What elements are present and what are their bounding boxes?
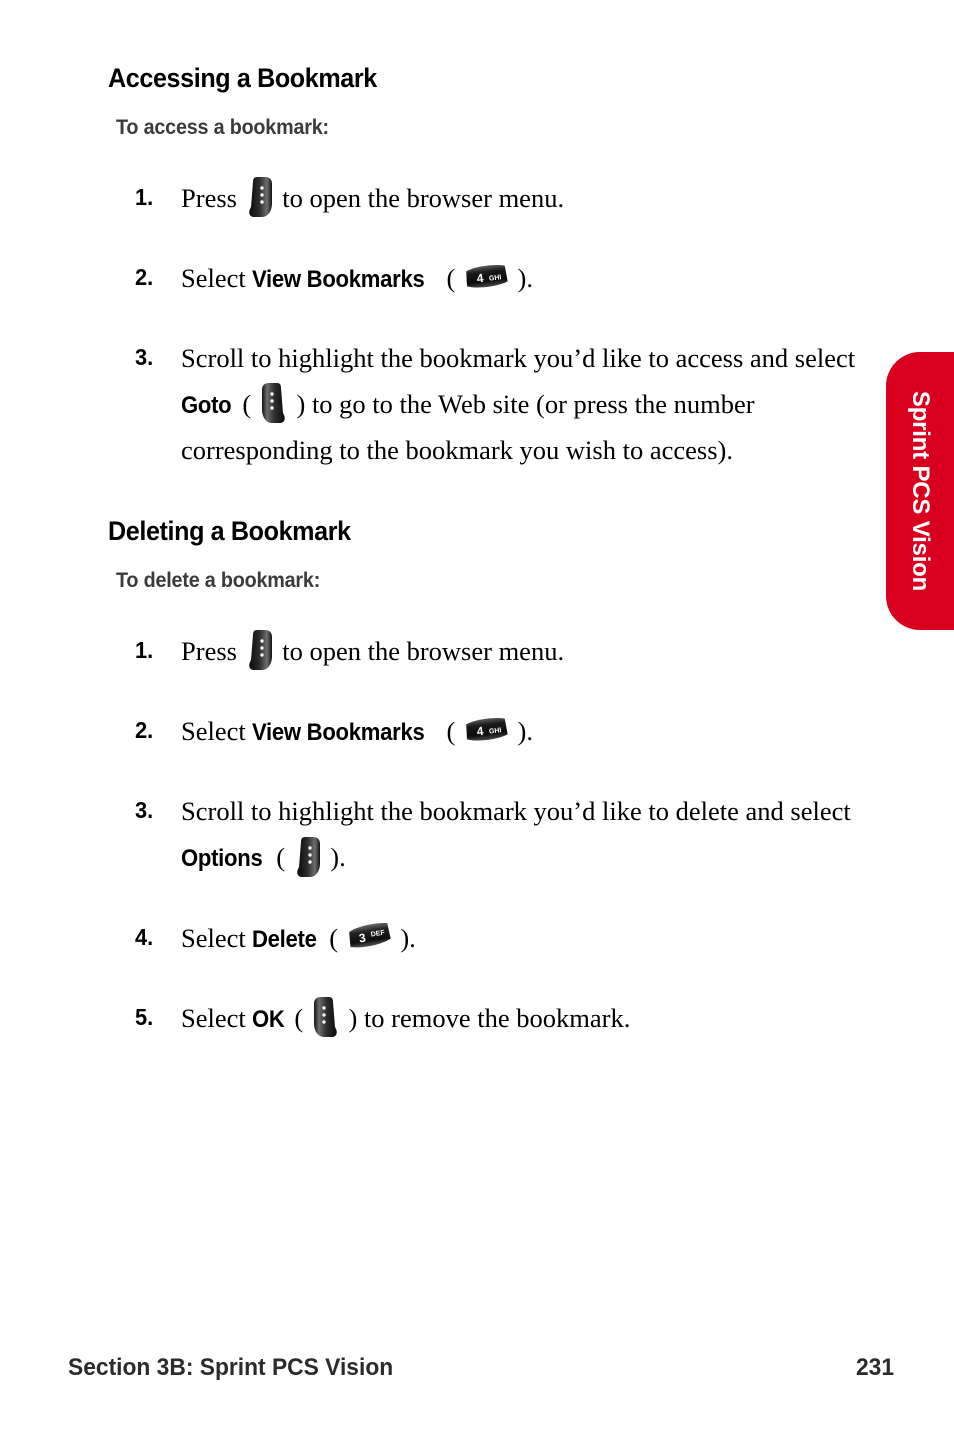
section-thumb-tab: Sprint PCS Vision — [886, 352, 954, 630]
step-text-after: to open the browser menu. — [282, 182, 565, 213]
ui-term-delete: Delete — [252, 925, 318, 953]
step-number: 5. — [135, 1003, 154, 1030]
key-4-ghi-icon: 4 GHI — [463, 716, 510, 745]
footer-section-label: Section 3B: Sprint PCS Vision — [68, 1354, 394, 1381]
key-3-def-icon: 3 DEF — [346, 922, 393, 951]
step-number: 1. — [135, 637, 154, 664]
step-number: 1. — [135, 183, 154, 210]
step-text: Press — [181, 182, 237, 213]
step-text: Select — [181, 1002, 246, 1033]
section-subheading-to-access-a-bookmark: To access a bookmark: — [116, 115, 329, 139]
paren-open: ( — [294, 1002, 304, 1033]
step-text: Scroll to highlight the bookmark you’d l… — [181, 796, 851, 827]
right-softkey-icon — [312, 996, 340, 1038]
list-item: 3. Scroll to highlight the bookmark you’… — [108, 788, 868, 880]
steps-list-deleting: 1. Press to open the browser menu. 2. Se… — [108, 628, 868, 1041]
key-4-ghi-icon: 4 GHI — [463, 263, 510, 292]
ui-term-ok: OK — [252, 1005, 285, 1033]
section-heading-deleting-a-bookmark: Deleting a Bookmark — [108, 516, 351, 547]
ui-term-options: Options — [181, 845, 263, 873]
paren-close: ). — [330, 842, 346, 873]
steps-list-accessing: 1. Press to open the browser menu. 2. Se… — [108, 175, 868, 474]
section-heading-accessing-a-bookmark: Accessing a Bookmark — [108, 63, 377, 93]
paren-open: ( — [276, 842, 286, 873]
paren-open: ( — [446, 716, 456, 747]
page-footer: Section 3B: Sprint PCS Vision 231 — [68, 1354, 894, 1382]
ui-term-view-bookmarks: View Bookmarks — [252, 265, 425, 293]
left-softkey-icon — [246, 629, 274, 671]
list-item: 4. Select Delete (3 DEF). — [108, 915, 868, 961]
left-softkey-icon — [246, 176, 274, 218]
paren-open: ( — [242, 389, 252, 420]
right-softkey-icon — [260, 382, 288, 424]
page-number: 231 — [855, 1354, 894, 1381]
paren-close: ) — [348, 1002, 358, 1033]
list-item: 5. Select OK () to remove the bookmark. — [108, 995, 868, 1041]
ui-term-view-bookmarks: View Bookmarks — [252, 719, 425, 747]
section-thumb-tab-label: Sprint PCS Vision — [907, 390, 934, 592]
step-text: Select — [181, 262, 246, 293]
paren-open: ( — [329, 922, 339, 953]
step-number: 3. — [135, 797, 154, 824]
list-item: 3. Scroll to highlight the bookmark you’… — [108, 335, 868, 473]
list-item: 1. Press to open the browser menu. — [108, 175, 868, 221]
paren-close: ). — [517, 716, 533, 747]
list-item: 1. Press to open the browser menu. — [108, 628, 868, 674]
manual-page: Accessing a Bookmark To access a bookmar… — [0, 0, 954, 1433]
paren-close: ). — [517, 262, 533, 293]
step-number: 2. — [135, 263, 154, 290]
step-text: Select — [181, 922, 246, 953]
step-text: Press — [181, 636, 237, 667]
section-subheading-to-delete-a-bookmark: To delete a bookmark: — [116, 569, 321, 593]
step-number: 4. — [135, 923, 154, 950]
step-text-after: to open the browser menu. — [282, 636, 565, 667]
step-text-after: to remove the bookmark. — [363, 1002, 631, 1033]
list-item: 2. Select View Bookmarks (4 GHI). — [108, 255, 868, 301]
list-item: 2. Select View Bookmarks (4 GHI). — [108, 708, 868, 754]
paren-open: ( — [446, 262, 456, 293]
ui-term-goto: Goto — [181, 392, 232, 420]
paren-close: ) — [296, 389, 306, 420]
paren-close: ). — [400, 922, 416, 953]
step-text: Select — [181, 716, 246, 747]
left-softkey-icon — [294, 836, 322, 878]
page-content: Accessing a Bookmark To access a bookmar… — [108, 63, 868, 1041]
step-text: Scroll to highlight the bookmark you’d l… — [181, 343, 856, 373]
step-number: 2. — [135, 717, 154, 744]
step-number: 3. — [135, 344, 154, 370]
